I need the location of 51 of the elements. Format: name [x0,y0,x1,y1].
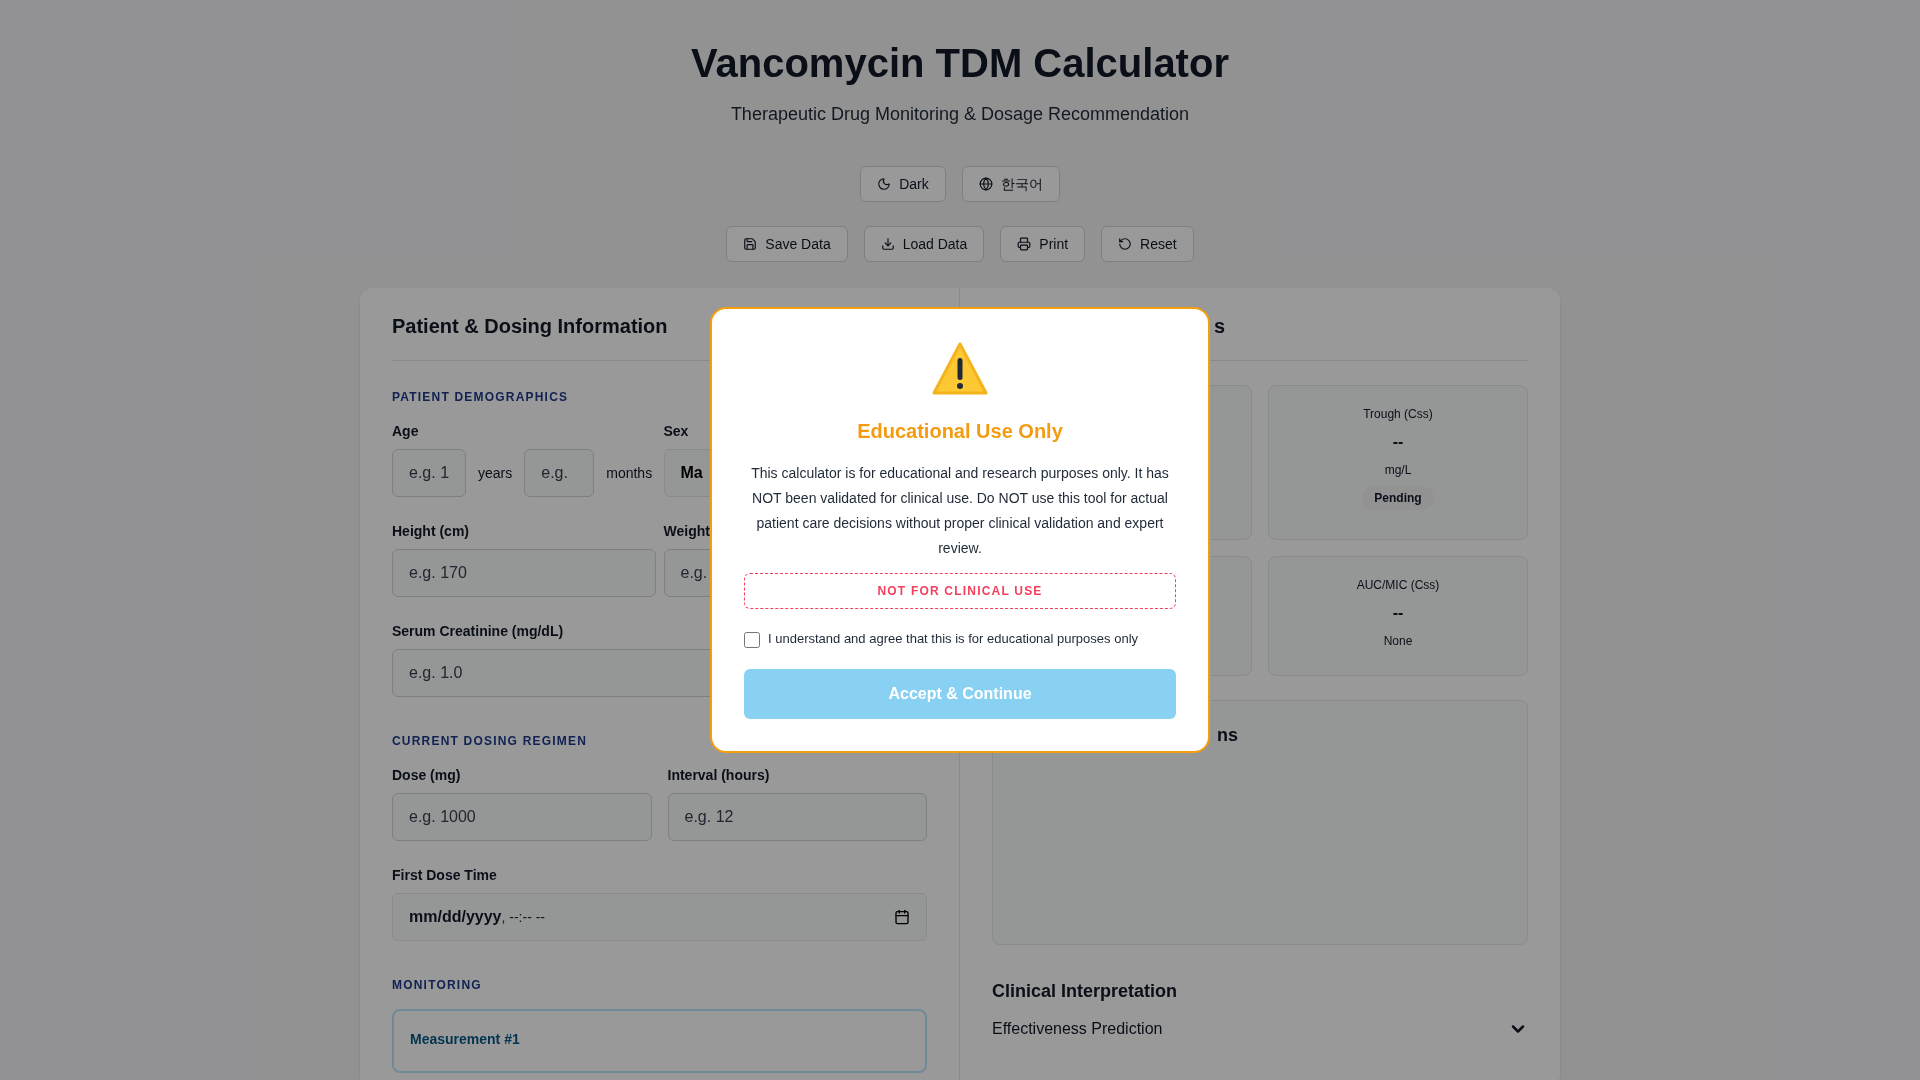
download-icon [880,237,895,251]
field-label: Serum Creatinine (mg/dL) [392,622,564,641]
accordion-title[interactable]: Effectiveness Prediction [992,1017,1163,1041]
section-heading: PATIENT DEMOGRAPHICS [392,389,569,405]
field-label: Interval (hours) [667,766,770,785]
field-label: Age [392,422,419,441]
result-value: -- [1392,603,1404,623]
field-label: Height (cm) [392,522,469,541]
result-label: Trough (Css) [1363,406,1433,422]
warning-icon [932,341,988,397]
dialog-message: This calculator is for educational and research purposes only. It has NOT been validated for clinical use. Do NOT use this tool for actual patient care decisions without proper clinical validation and expert review. [750,464,1170,558]
status-badge: Pending [1362,486,1434,510]
moon-icon [877,177,892,191]
result-unit: None [1383,633,1413,649]
page-title: Vancomycin TDM Calculator [691,40,1229,87]
warning-badge: NOT FOR CLINICAL USE [744,573,1176,609]
dose-field[interactable]: e.g. 1000 [392,793,652,841]
action-button[interactable]: Print [1000,226,1086,262]
datetime-field[interactable]: mm/dd/yyyy, --:-- -- [392,893,927,941]
field-label: Dose (mg) [392,766,461,785]
calendar-icon[interactable] [894,909,910,925]
page-subtitle: Therapeutic Drug Monitoring & Dosage Recommendation [730,103,1190,126]
save-icon [743,237,758,251]
height-field[interactable]: e.g. 170 [392,549,656,597]
unit-label: months [606,464,653,483]
unit-label: years [478,464,513,483]
field-label: Sex [663,422,689,441]
printer-icon [1017,237,1032,251]
field-label: First Dose Time [392,866,497,885]
age-months-field[interactable]: e.g. [524,449,595,497]
age-years-field[interactable]: e.g. 1 [392,449,466,497]
action-button[interactable]: Reset [1101,226,1194,262]
result-unit: mg/L [1384,462,1412,478]
field-label: Weight [663,522,710,541]
interval-field[interactable]: e.g. 12 [667,793,927,841]
result-value: -- [1392,432,1404,452]
section-heading: CURRENT DOSING REGIMEN [392,733,588,749]
globe-icon [978,177,993,191]
chart-title: ns [1217,725,1238,745]
dialog-title: Educational Use Only [857,419,1063,444]
measurement-title: Measurement #1 [410,1031,520,1047]
action-button[interactable]: Save Data [726,226,848,262]
agree-checkbox[interactable] [744,632,760,648]
reset-icon [1118,237,1133,251]
toolbar-button[interactable]: 한국어 [961,166,1060,202]
section-title: Clinical Interpretation [992,980,1179,1003]
result-label: AUC/MIC (Css) [1356,577,1440,593]
action-button[interactable]: Load Data [863,226,985,262]
agree-label: I understand and agree that this is for educational purposes only [768,630,1139,648]
section-heading: MONITORING [392,977,482,993]
toolbar-button[interactable]: Dark [860,166,946,202]
